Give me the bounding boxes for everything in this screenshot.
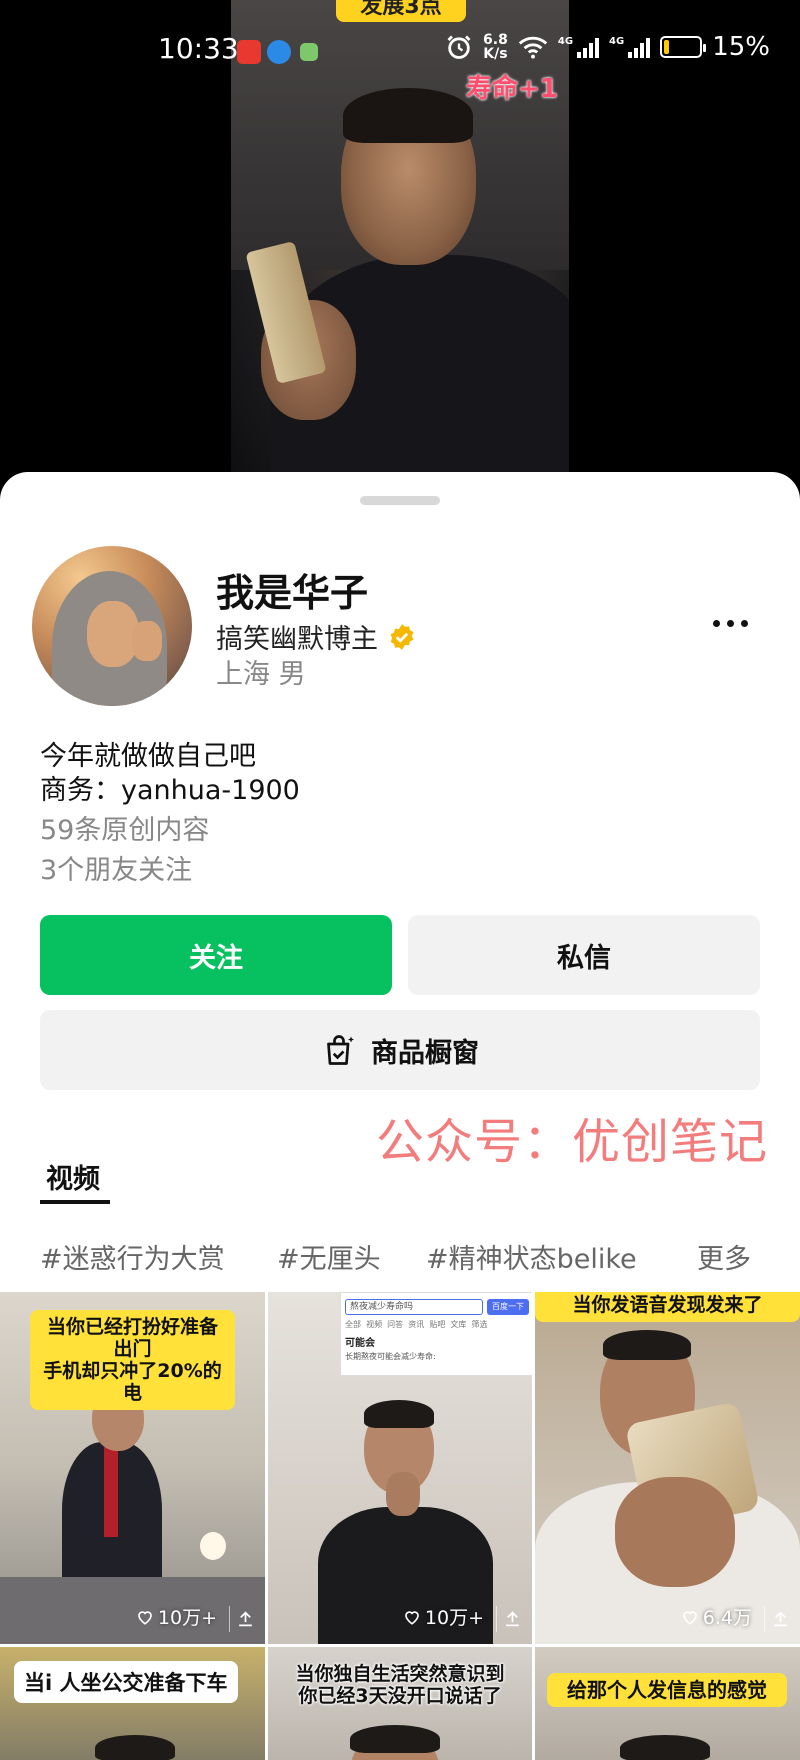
video-caption: 当你发语音发现发来了 — [535, 1292, 800, 1322]
heart-icon — [138, 1610, 152, 1625]
avatar[interactable] — [32, 546, 192, 706]
like-count: 10万+ — [403, 1603, 484, 1630]
search-result-card: 熬夜减少寿命吗 百度一下 全部 视频 问答 资讯 贴吧 文库 筛选 可能会 长期… — [340, 1292, 532, 1376]
video-caption: 当你独自生活突然意识到 你已经3天没开口说话了 — [295, 1663, 505, 1707]
game-notification-icon — [300, 43, 318, 61]
tab-videos[interactable]: 视频 — [46, 1157, 100, 1196]
profile-role: 搞笑幽默博主 — [216, 624, 378, 655]
follow-button[interactable]: 关注 — [40, 915, 392, 995]
alarm-icon — [447, 35, 471, 59]
friends-follow-count[interactable]: 3个朋友关注 — [40, 848, 192, 887]
signal-1-label: 4G — [557, 36, 574, 47]
video-player[interactable]: 发展3点 寿命+1 — [0, 0, 800, 500]
net-speed: 6.8 K/s — [483, 33, 508, 61]
battery-percent: 15% — [712, 32, 770, 62]
video-caption: 当i 人坐公交准备下车 — [14, 1661, 238, 1703]
profile-sheet: 我是华子 搞笑幽默博主 上海 男 今年就做做自己吧 商务：yanhua-1900… — [0, 472, 800, 1760]
original-content-count[interactable]: 59条原创内容 — [40, 808, 209, 847]
video-caption: 给那个人发信息的感觉 — [547, 1673, 787, 1707]
video-thumbnail[interactable]: 当你发语音发现发来了 6.4万 — [535, 1292, 800, 1644]
search-detail: 长期熬夜可能会减少寿命: — [345, 1352, 436, 1361]
profile-bio-line2: 商务：yanhua-1900 — [40, 775, 300, 806]
heart-icon — [405, 1610, 419, 1625]
sheet-drag-handle[interactable] — [360, 496, 440, 505]
video-grid: 当你已经打扮好准备出门 手机却只冲了20%的电 10万+ 熬夜减少寿命吗 百度一… — [0, 1292, 800, 1760]
video-thumbnail[interactable]: 当i 人坐公交准备下车 — [0, 1647, 265, 1760]
status-time: 10:33 — [158, 32, 239, 65]
status-right: 6.8 K/s 4G 4G 15% — [445, 32, 770, 62]
like-count-value: 10万+ — [157, 1607, 217, 1629]
tag-mental-state[interactable]: #精神状态belike — [426, 1237, 637, 1276]
tab-active-indicator — [40, 1200, 110, 1204]
signal-icon-2: 4G — [609, 36, 651, 58]
video-caption: 当你已经打扮好准备出门 手机却只冲了20%的电 — [30, 1310, 235, 1410]
verified-badge-icon — [390, 623, 414, 650]
shopping-bag-icon — [327, 1035, 354, 1065]
tag-filter-bar: #迷惑行为大赏 #无厘头 #精神状态belike 更多 — [0, 1237, 800, 1277]
video-thumbnail[interactable]: 当你独自生活突然意识到 你已经3天没开口说话了 — [268, 1647, 532, 1760]
more-options-icon[interactable] — [713, 620, 748, 627]
watermark-text: 公众号：优创笔记 — [376, 1114, 769, 1170]
profile-role-row: 搞笑幽默博主 — [216, 617, 416, 656]
search-answer: 可能会 — [345, 1338, 375, 1349]
video-thumbnail[interactable]: 给那个人发信息的感觉 — [535, 1647, 800, 1760]
share-icon[interactable] — [764, 1606, 790, 1632]
battery-icon — [660, 36, 707, 58]
like-count-value: 10万+ — [424, 1607, 484, 1629]
net-speed-value: 6.8 — [483, 32, 508, 48]
signal-2-label: 4G — [609, 36, 625, 47]
video-thumbnail[interactable]: 当你已经打扮好准备出门 手机却只冲了20%的电 10万+ — [0, 1292, 265, 1644]
like-count-value: 6.4万 — [702, 1607, 752, 1629]
search-tabs: 全部 视频 问答 资讯 贴吧 文库 筛选 — [345, 1320, 488, 1329]
tag-confusing-behavior[interactable]: #迷惑行为大赏 — [40, 1237, 225, 1276]
net-speed-unit: K/s — [483, 46, 508, 62]
like-count: 6.4万 — [681, 1603, 752, 1630]
shop-window-button[interactable]: 商品橱窗 — [40, 1010, 760, 1090]
like-count: 10万+ — [136, 1603, 217, 1630]
signal-icon-1: 4G — [557, 36, 600, 58]
share-icon[interactable] — [496, 1606, 522, 1632]
browser-notification-icon — [267, 40, 291, 64]
wifi-icon — [518, 36, 548, 59]
message-button[interactable]: 私信 — [408, 915, 760, 995]
tag-more[interactable]: 更多 — [697, 1237, 751, 1276]
status-bar: 10:33 6.8 K/s 4G 4G 15% — [0, 28, 800, 74]
video-thumbnail[interactable]: 熬夜减少寿命吗 百度一下 全部 视频 问答 资讯 贴吧 文库 筛选 可能会 长期… — [268, 1292, 532, 1644]
app-notification-icon — [237, 40, 261, 64]
video-top-badge: 发展3点 — [336, 0, 466, 22]
video-person-hair — [343, 88, 473, 143]
tag-nonsense[interactable]: #无厘头 — [277, 1237, 381, 1276]
share-icon[interactable] — [229, 1606, 255, 1632]
shop-window-label: 商品橱窗 — [371, 1037, 479, 1069]
heart-icon — [682, 1610, 697, 1625]
profile-name: 我是华子 — [216, 571, 369, 615]
profile-location: 上海 男 — [216, 659, 306, 690]
search-button: 百度一下 — [487, 1299, 529, 1315]
search-query: 熬夜减少寿命吗 — [345, 1299, 483, 1315]
